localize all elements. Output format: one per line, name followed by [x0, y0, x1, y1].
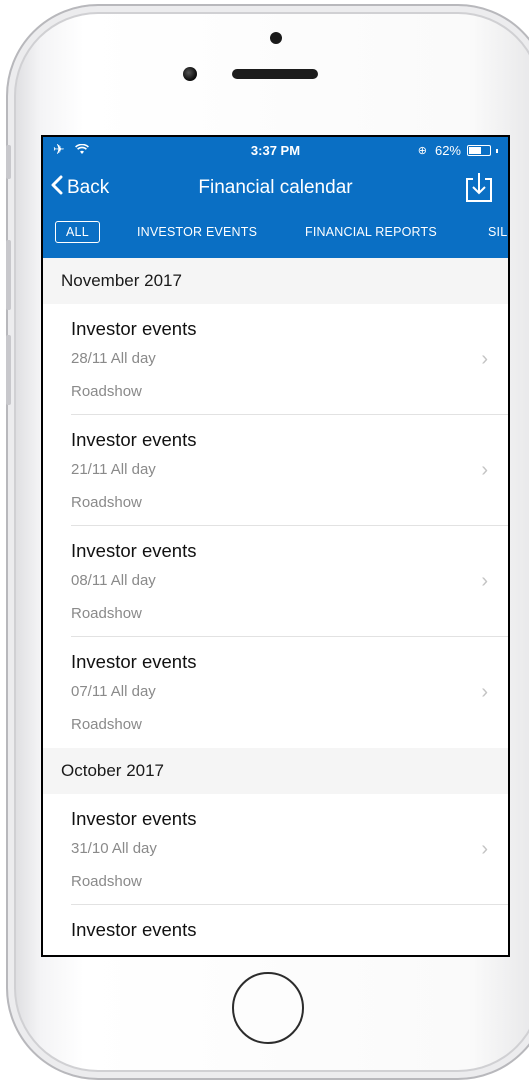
event-date: 07/11 All day	[71, 683, 156, 700]
tab-investor-events[interactable]: INVESTOR EVENTS	[137, 225, 257, 239]
filter-tabs: ALL INVESTOR EVENTS FINANCIAL REPORTS SI…	[43, 221, 508, 251]
chevron-right-icon: ›	[481, 838, 488, 860]
tab-truncated[interactable]: SIL	[488, 225, 507, 239]
chevron-right-icon: ›	[481, 459, 488, 481]
front-camera	[183, 67, 197, 81]
battery-percent: 62%	[434, 143, 461, 158]
battery-icon	[467, 145, 491, 156]
list-item[interactable]: Investor events 21/11 All day Roadshow ›	[43, 415, 508, 526]
earpiece-speaker	[232, 69, 318, 79]
event-date: 08/11 All day	[71, 572, 156, 589]
list-item[interactable]: Investor events 07/11 All day Roadshow ›	[43, 637, 508, 748]
event-title: Investor events	[71, 540, 197, 561]
event-date: 28/11 All day	[71, 350, 156, 367]
volume-up-button	[6, 240, 11, 310]
event-type: Roadshow	[71, 605, 142, 622]
event-title: Investor events	[71, 919, 197, 940]
chevron-right-icon: ›	[481, 681, 488, 703]
navigation-bar: Back Financial calendar	[43, 167, 508, 211]
list-item[interactable]: Investor events 31/10 All day Roadshow ›	[43, 794, 508, 905]
phone-screen: ✈ 3:37 PM ⊕ 62% Back Financial calendar …	[41, 135, 510, 957]
event-date: 21/11 All day	[71, 461, 156, 478]
status-bar: ✈ 3:37 PM ⊕ 62%	[43, 137, 508, 163]
chevron-right-icon: ›	[481, 348, 488, 370]
event-title: Investor events	[71, 651, 197, 672]
battery-tip	[496, 148, 498, 153]
list-item[interactable]: Investor events	[43, 905, 508, 955]
event-type: Roadshow	[71, 494, 142, 511]
status-icons-right: ⊕ 62%	[418, 143, 498, 158]
section-header: October 2017	[43, 748, 508, 794]
download-button[interactable]	[464, 171, 494, 203]
event-list: November 2017 Investor events 28/11 All …	[43, 258, 508, 955]
section-header: November 2017	[43, 258, 508, 304]
list-item[interactable]: Investor events 28/11 All day Roadshow ›	[43, 304, 508, 415]
event-date: 31/10 All day	[71, 840, 157, 857]
tab-financial-reports[interactable]: FINANCIAL REPORTS	[305, 225, 437, 239]
sensor-dot	[270, 32, 282, 44]
rotation-lock-icon: ⊕	[417, 145, 427, 157]
download-icon	[466, 173, 492, 202]
app-header: ✈ 3:37 PM ⊕ 62% Back Financial calendar …	[43, 137, 508, 258]
page-title: Financial calendar	[198, 177, 353, 198]
mute-switch	[6, 145, 11, 179]
home-button[interactable]	[232, 972, 304, 1044]
event-type: Roadshow	[71, 383, 142, 400]
event-title: Investor events	[71, 808, 197, 829]
list-item[interactable]: Investor events 08/11 All day Roadshow ›	[43, 526, 508, 637]
event-type: Roadshow	[71, 716, 142, 733]
event-title: Investor events	[71, 429, 197, 450]
event-type: Roadshow	[71, 873, 142, 890]
tab-all[interactable]: ALL	[55, 221, 100, 243]
event-title: Investor events	[71, 318, 197, 339]
chevron-right-icon: ›	[481, 570, 488, 592]
volume-down-button	[6, 335, 11, 405]
